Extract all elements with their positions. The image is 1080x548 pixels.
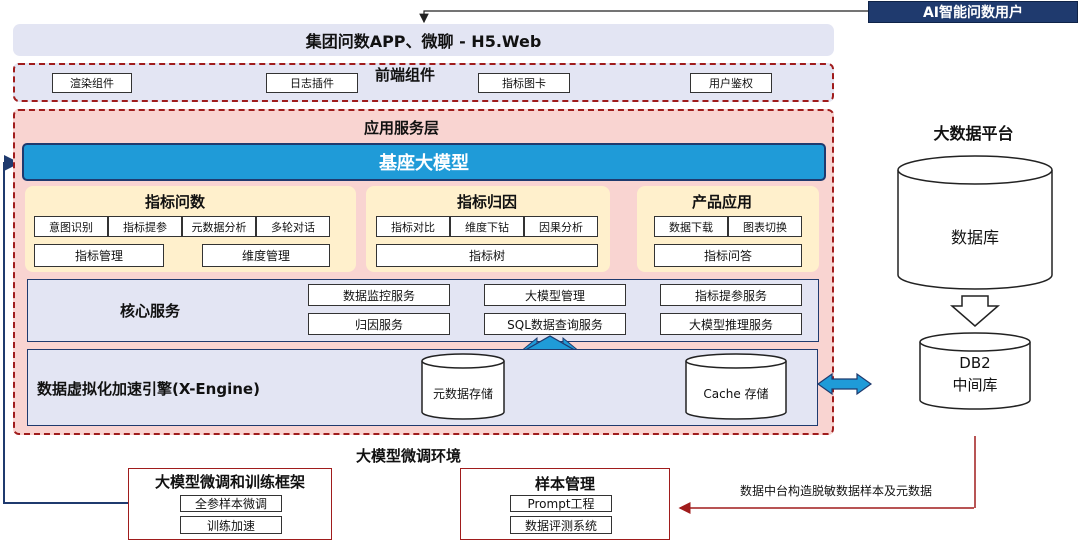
note-connector bbox=[974, 436, 976, 508]
